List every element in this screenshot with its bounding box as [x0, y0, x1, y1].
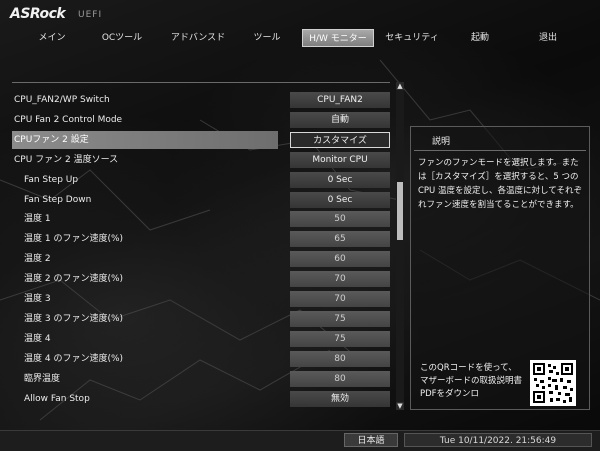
setting-label: 温度 2 のファン速度(%) [24, 274, 124, 284]
nav-tab-2[interactable]: OCツール [90, 29, 154, 47]
setting-row[interactable]: Allow Fan Stop 無効 [12, 390, 390, 408]
nav-tab-7[interactable]: 起動 [452, 29, 508, 47]
nav-tab-8[interactable]: 退出 [520, 29, 576, 47]
setting-value-input[interactable]: 75 [290, 311, 390, 327]
setting-value-dropdown[interactable]: 0 Sec [290, 192, 390, 208]
scrollbar-thumb[interactable] [397, 182, 403, 240]
setting-value-input[interactable]: 80 [290, 351, 390, 367]
setting-value-dropdown[interactable]: 無効 [290, 391, 390, 407]
setting-row[interactable]: 温度 1 のファン速度(%) 65 [12, 230, 390, 248]
setting-value-dropdown[interactable]: 0 Sec [290, 172, 390, 188]
setting-value-dropdown[interactable]: カスタマイズ [290, 132, 390, 148]
setting-label: Allow Fan Stop [24, 394, 90, 404]
setting-row[interactable]: 温度 2 のファン速度(%) 70 [12, 270, 390, 288]
nav-tab-6[interactable]: セキュリティ [376, 29, 448, 47]
datetime-display: Tue 10/11/2022. 21:56:49 [404, 433, 592, 447]
setting-label: CPU_FAN2/WP Switch [14, 95, 110, 105]
setting-row[interactable]: CPU_FAN2/WP Switch CPU_FAN2 [12, 91, 390, 109]
scroll-down-icon[interactable]: ▼ [396, 402, 404, 410]
setting-value-input[interactable]: 70 [290, 291, 390, 307]
setting-row[interactable]: 温度 4 のファン速度(%) 80 [12, 350, 390, 368]
nav-tab-3[interactable]: アドバンスド [160, 29, 236, 47]
setting-value-input[interactable]: 70 [290, 271, 390, 287]
setting-row[interactable]: 温度 3 のファン速度(%) 75 [12, 310, 390, 328]
setting-row[interactable]: CPU Fan 2 Control Mode 自動 [12, 111, 390, 129]
setting-row[interactable]: CPUファン 2 設定 カスタマイズ [12, 131, 390, 149]
setting-row[interactable]: 臨界温度 80 [12, 370, 390, 388]
setting-value-input[interactable]: 65 [290, 231, 390, 247]
scrollbar-track[interactable] [396, 90, 404, 402]
description-divider [414, 150, 586, 151]
setting-row[interactable]: 温度 1 50 [12, 210, 390, 228]
setting-value-dropdown[interactable]: 自動 [290, 112, 390, 128]
setting-label: 温度 3 [24, 294, 51, 304]
setting-label: Fan Step Down [24, 195, 92, 205]
setting-label: 温度 1 [24, 214, 51, 224]
setting-label: 温度 4 [24, 334, 51, 344]
nav-tab-5[interactable]: H/W モニター [302, 29, 374, 47]
setting-label: CPUファン 2 設定 [12, 131, 278, 149]
uefi-label: UEFI [78, 10, 103, 20]
description-title: 説明 [432, 137, 451, 147]
setting-value-input[interactable]: 60 [290, 251, 390, 267]
content-divider [12, 82, 390, 83]
setting-label: CPU ファン 2 温度ソース [14, 155, 119, 165]
setting-label: 温度 4 のファン速度(%) [24, 354, 124, 364]
nav-tab-4[interactable]: ツール [240, 29, 294, 47]
setting-label: 温度 2 [24, 254, 51, 264]
setting-value-dropdown[interactable]: CPU_FAN2 [290, 92, 390, 108]
top-navigation: メイン OCツール アドバンスド ツール H/W モニター セキュリティ 起動 退出 [0, 26, 600, 50]
setting-row[interactable]: 温度 3 70 [12, 290, 390, 308]
scroll-up-icon[interactable]: ▲ [396, 82, 404, 90]
setting-label: 温度 3 のファン速度(%) [24, 314, 124, 324]
language-button[interactable]: 日本語 [344, 433, 398, 447]
setting-row[interactable]: Fan Step Down 0 Sec [12, 191, 390, 209]
qr-caption: このQRコードを使って、マザーボードの取扱説明書PDFをダウンロ [420, 363, 523, 399]
setting-value-input[interactable]: 80 [290, 371, 390, 387]
qr-code-icon [530, 360, 576, 406]
setting-label: 温度 1 のファン速度(%) [24, 234, 124, 244]
setting-label: Fan Step Up [24, 175, 79, 185]
description-text: ファンのファンモードを選択します。または［カスタマイズ］を選択すると、5 つの … [418, 158, 582, 210]
setting-value-input[interactable]: 75 [290, 331, 390, 347]
setting-value-dropdown[interactable]: Monitor CPU [290, 152, 390, 168]
setting-label: CPU Fan 2 Control Mode [14, 115, 123, 125]
setting-row[interactable]: 温度 4 75 [12, 330, 390, 348]
setting-label: 臨界温度 [24, 374, 61, 384]
setting-row[interactable]: 温度 2 60 [12, 250, 390, 268]
setting-value-input[interactable]: 50 [290, 211, 390, 227]
asrock-logo: ASRock [10, 6, 66, 22]
setting-row[interactable]: CPU ファン 2 温度ソース Monitor CPU [12, 151, 390, 169]
nav-tab-1[interactable]: メイン [20, 29, 84, 47]
setting-row[interactable]: Fan Step Up 0 Sec [12, 171, 390, 189]
